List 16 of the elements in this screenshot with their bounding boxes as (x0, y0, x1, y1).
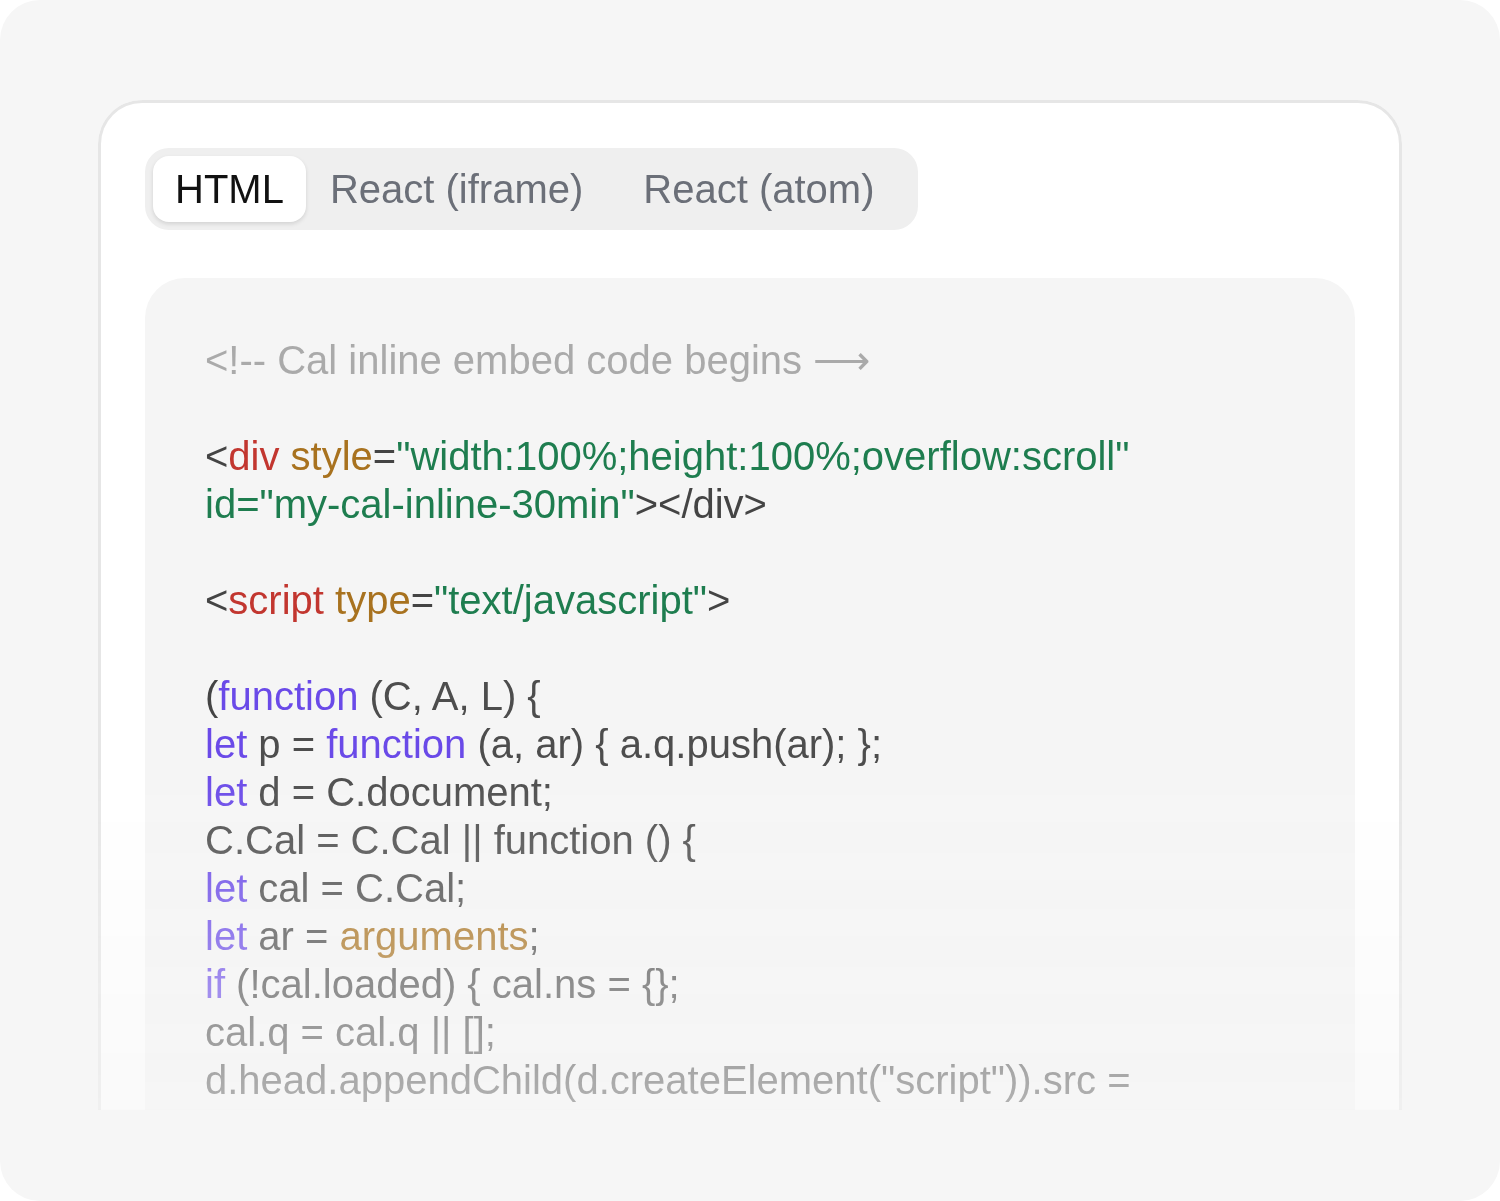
code-line: cal.q = cal.q || []; (205, 1009, 496, 1056)
code-line: <div style="width:100%;height:100%;overflow:scroll" (205, 433, 1130, 480)
code-line: let ar = arguments; (205, 913, 540, 960)
code-line: d.head.appendChild(d.createElement("script")).src = (205, 1057, 1131, 1104)
tab[interactable]: React (atom) (623, 156, 911, 222)
code-line: let p = function (a, ar) { a.q.push(ar); }; (205, 721, 883, 768)
code-line: (function (C, A, L) { (205, 673, 541, 720)
code-line: if (!cal.loaded) { cal.ns = {}; (205, 961, 680, 1008)
tab[interactable]: React (iframe) (309, 156, 620, 222)
code-comment: <!-- Cal inline embed code begins ⟶ (205, 337, 871, 384)
code-line: let d = C.document; (205, 769, 553, 816)
tab[interactable]: HTML (153, 156, 306, 222)
code-line: id="my-cal-inline-30min"></div> (205, 481, 767, 528)
code-line: let cal = C.Cal; (205, 865, 467, 912)
code-line: C.Cal = C.Cal || function () { (205, 817, 696, 864)
code-line: <script type="text/javascript"> (205, 577, 731, 624)
